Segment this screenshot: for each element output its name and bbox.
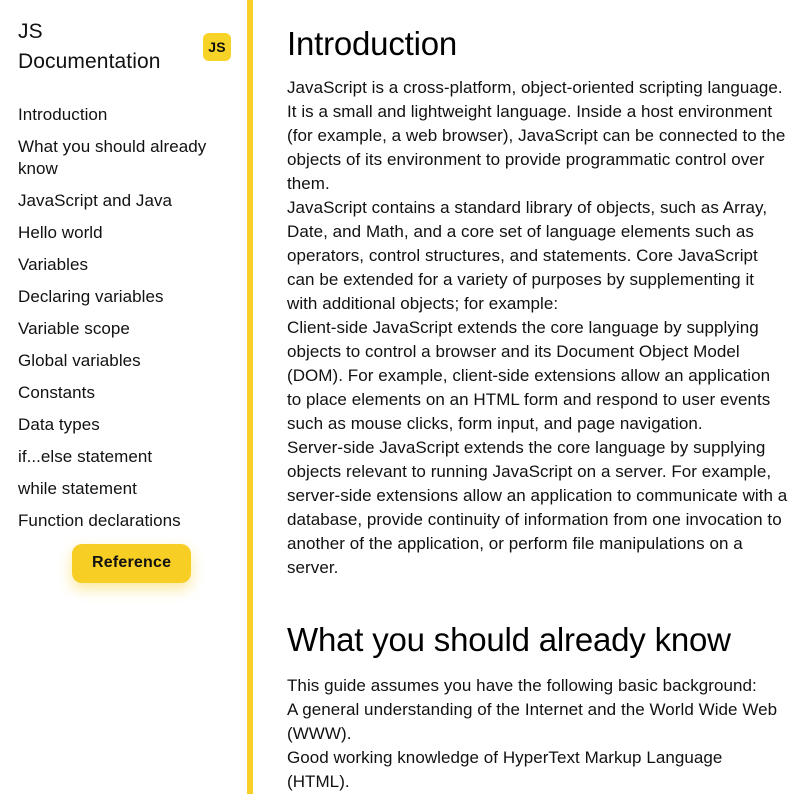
main-content: Introduction JavaScript is a cross-platfo…: [287, 0, 789, 794]
section-paragraph: Client-side JavaScript extends the core …: [287, 318, 771, 433]
section-paragraph: This guide assumes you have the followin…: [287, 676, 757, 695]
section-paragraph: Server-side JavaScript extends the core …: [287, 438, 788, 577]
sidebar-item-hello-world[interactable]: Hello world: [18, 222, 233, 244]
content-section: Introduction JavaScript is a cross-platfo…: [287, 0, 789, 580]
sidebar-item-variables[interactable]: Variables: [18, 254, 233, 276]
sidebar-item-what-you-should-already-know[interactable]: What you should already know: [18, 136, 233, 180]
section-paragraph: Good working knowledge of HyperText Mark…: [287, 748, 723, 791]
section-heading: What you should already know: [287, 621, 731, 658]
sidebar-nav: Introduction What you should already know…: [18, 104, 233, 542]
section-paragraph: A general understanding of the Internet …: [287, 700, 778, 743]
js-logo-badge: JS: [203, 33, 231, 61]
sidebar-item-javascript-and-java[interactable]: JavaScript and Java: [18, 190, 233, 212]
documentation-page: JS Documentation JS Introduction What you…: [0, 0, 807, 794]
sidebar-item-constants[interactable]: Constants: [18, 382, 233, 404]
sidebar-item-global-variables[interactable]: Global variables: [18, 350, 233, 372]
sidebar-item-declaring-variables[interactable]: Declaring variables: [18, 286, 233, 308]
vertical-divider: [247, 0, 253, 794]
sidebar-item-data-types[interactable]: Data types: [18, 414, 233, 436]
sidebar: JS Documentation JS Introduction What you…: [0, 0, 247, 794]
section-paragraph: JavaScript contains a standard library o…: [287, 198, 768, 313]
sidebar-item-if-else-statement[interactable]: if...else statement: [18, 446, 233, 468]
sidebar-item-variable-scope[interactable]: Variable scope: [18, 318, 233, 340]
brand: JS Documentation: [18, 17, 188, 77]
brand-title: JS Documentation: [18, 20, 161, 73]
sidebar-item-function-declarations[interactable]: Function declarations: [18, 510, 233, 532]
content-section: What you should already know This guide a…: [287, 580, 789, 794]
sidebar-item-introduction[interactable]: Introduction: [18, 104, 233, 126]
sidebar-item-while-statement[interactable]: while statement: [18, 478, 233, 500]
reference-button[interactable]: Reference: [72, 544, 192, 583]
section-paragraph: JavaScript is a cross-platform, object-o…: [287, 78, 786, 193]
section-heading: Introduction: [287, 25, 458, 62]
